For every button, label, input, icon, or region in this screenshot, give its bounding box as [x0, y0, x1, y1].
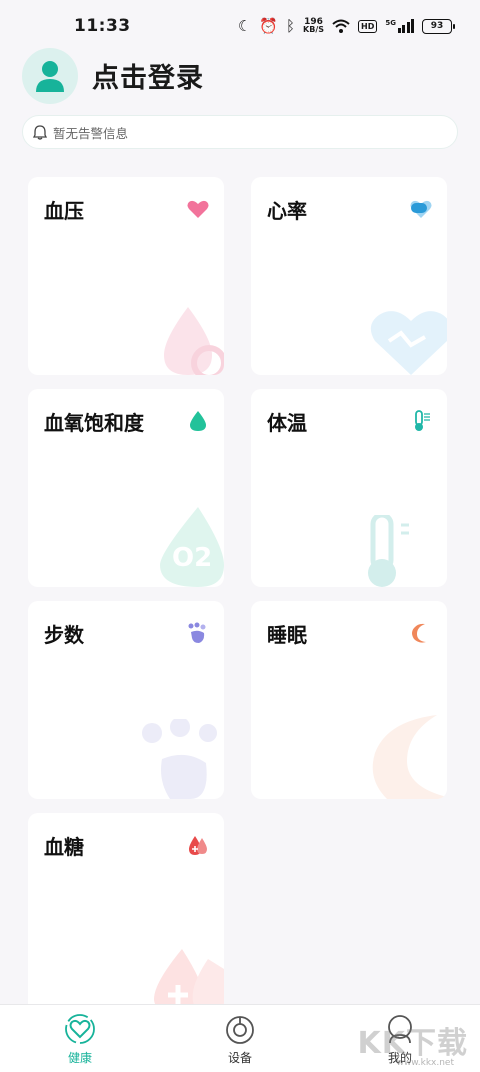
blood-sugar-icon: [189, 836, 207, 855]
card-title: 心率: [267, 199, 307, 223]
moon-icon: [412, 623, 426, 643]
watermark-logo: KK下载: [357, 1026, 468, 1061]
alert-text: 暂无告警信息: [53, 125, 129, 141]
network-type: 5G: [385, 19, 396, 27]
heart-rate-icon: [410, 200, 432, 218]
status-icons: ☾ ⏰ ᛒ 196 KB/S HD 5G 93: [237, 16, 455, 36]
blood-drop-deco: [164, 307, 224, 375]
battery-level: 93: [430, 21, 444, 31]
avatar[interactable]: [22, 48, 78, 104]
thermometer-icon: [415, 410, 430, 431]
card-title: 血糖: [44, 835, 84, 859]
card-title: 睡眠: [267, 623, 307, 647]
moon-deco: [372, 715, 447, 799]
card-title: 血氧饱和度: [44, 411, 144, 435]
nav-device[interactable]: 设备: [160, 1005, 320, 1072]
footprint-icon: [188, 622, 206, 643]
hd-badge: HD: [358, 19, 378, 33]
battery-icon: 93: [422, 18, 455, 34]
oxygen-symbol: O2: [172, 543, 213, 573]
alert-bar[interactable]: 暂无告警信息: [22, 115, 458, 149]
wifi-icon: [332, 19, 350, 33]
footprint-deco: [142, 719, 217, 799]
nav-label: 设备: [227, 1051, 252, 1065]
nav-label: 健康: [67, 1051, 92, 1065]
card-heart-rate[interactable]: 心率: [251, 177, 447, 375]
bell-icon: [33, 124, 47, 140]
device-icon: [226, 1016, 254, 1044]
watermark-url: www.kkx.net: [396, 1058, 455, 1068]
net-speed-unit: KB/S: [303, 25, 325, 34]
oxygen-drop-icon: [190, 411, 206, 431]
status-bar: 11:33 ☾ ⏰ ᛒ 196 KB/S HD 5G 93: [0, 0, 480, 44]
card-sleep[interactable]: 睡眠: [251, 601, 447, 799]
status-time: 11:33: [74, 16, 131, 36]
alarm-icon: ⏰: [259, 17, 279, 35]
net-speed: 196 KB/S: [303, 18, 324, 34]
user-icon: [36, 61, 64, 92]
nav-health[interactable]: 健康: [0, 1005, 160, 1072]
oxygen-deco: O2: [160, 507, 224, 587]
card-title: 步数: [44, 623, 84, 647]
login-link[interactable]: 点击登录: [92, 56, 204, 95]
moon-icon: ☾: [237, 17, 252, 35]
card-temperature[interactable]: 体温: [251, 389, 447, 587]
signal-icon: 5G: [385, 19, 414, 33]
card-blood-sugar[interactable]: 血糖: [28, 813, 224, 1013]
heart-deco: [370, 311, 447, 375]
card-blood-pressure[interactable]: 血压: [28, 177, 224, 375]
thermometer-deco: [368, 515, 409, 587]
heart-icon: [187, 200, 209, 218]
health-heart-icon: [65, 1014, 95, 1044]
card-blood-oxygen[interactable]: 血氧饱和度 O2: [28, 389, 224, 587]
bluetooth-icon: ᛒ: [286, 17, 296, 35]
card-title: 血压: [44, 199, 84, 223]
card-title: 体温: [267, 411, 307, 435]
card-steps[interactable]: 步数: [28, 601, 224, 799]
